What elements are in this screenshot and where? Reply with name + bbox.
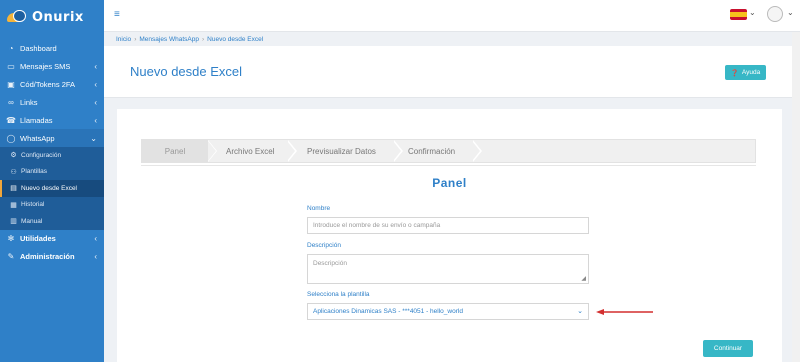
sidebar-item-2fa[interactable]: ▣ Cód/Tokens 2FA ‹ (0, 75, 104, 93)
template-icon: ⚇ (10, 168, 17, 176)
whatsapp-submenu: ⚙ Configuración ⚇ Plantillas ▤ Nuevo des… (0, 147, 104, 230)
description-textarea[interactable]: Descripción ◢ (307, 254, 589, 284)
message-icon: ▭ (7, 61, 15, 71)
wizard-step-previsualizar[interactable]: Previsualizar Datos (307, 140, 376, 162)
user-avatar-icon[interactable] (767, 6, 783, 22)
logo[interactable]: Onurix (0, 0, 104, 34)
sidebar-item-label: Links (20, 97, 38, 107)
chevron-left-icon: ‹ (94, 252, 97, 261)
book-icon: ▥ (10, 218, 17, 226)
template-select[interactable]: Aplicaciones Dinamicas SAS - ***4051 - h… (307, 303, 589, 320)
sidebar-item-utilidades[interactable]: ✻ Utilidades ‹ (0, 230, 104, 248)
sidebar-item-label: Llamadas (20, 115, 53, 125)
sidebar-item-links[interactable]: ∞ Links ‹ (0, 93, 104, 111)
sidebar-item-label: Mensajes SMS (20, 61, 71, 71)
red-arrow-annotation (596, 309, 653, 315)
brand-name: Onurix (32, 9, 84, 25)
sidebar-subitem-historial[interactable]: ▦ Historial (0, 197, 104, 214)
spain-flag-icon[interactable] (730, 9, 747, 20)
tools-icon: ✻ (7, 234, 15, 243)
excel-icon: ▤ (10, 185, 17, 193)
title-row: Nuevo desde Excel ❓ Ayuda (104, 46, 800, 98)
sidebar-subitem-label: Historial (21, 201, 45, 209)
link-icon: ∞ (8, 97, 14, 107)
wizard-step-panel[interactable]: Panel (142, 140, 208, 162)
divider (141, 165, 756, 166)
breadcrumb: Inicio › Mensajes WhatsApp › Nuevo desde… (116, 36, 263, 43)
wizard-arrow (472, 141, 480, 161)
sidebar-item-label: WhatsApp (20, 133, 55, 143)
wizard-step-label: Archivo Excel (226, 146, 275, 156)
name-label: Nombre (307, 205, 331, 212)
wizard-steps: Panel Archivo Excel Previsualizar Datos … (141, 139, 756, 163)
template-label: Selecciona la plantilla (307, 291, 370, 298)
gear-icon: ⚙ (10, 152, 17, 160)
wizard-step-confirmacion[interactable]: Confirmación (408, 140, 455, 162)
sidebar-item-label: Administración (20, 252, 75, 261)
chevron-left-icon: ‹ (94, 79, 97, 89)
sidebar-subitem-label: Nuevo desde Excel (21, 184, 78, 192)
description-placeholder: Descripción (313, 260, 347, 267)
template-select-value: Aplicaciones Dinamicas SAS - ***4051 - h… (313, 308, 463, 315)
dashboard-icon: ◔ (8, 43, 14, 53)
chevron-left-icon: ‹ (94, 61, 97, 71)
sidebar-subitem-nuevo-excel[interactable]: ▤ Nuevo desde Excel (0, 180, 104, 197)
wizard-arrow (393, 141, 401, 161)
history-icon: ▦ (10, 201, 17, 209)
page-title: Nuevo desde Excel (130, 64, 243, 79)
breadcrumb-separator: › (201, 36, 205, 43)
description-label: Descripción (307, 242, 341, 249)
name-input[interactable]: Introduce el nombre de su envío o campañ… (307, 217, 589, 234)
sidebar-item-administracion[interactable]: ✎ Administración ‹ (0, 248, 104, 266)
continue-button[interactable]: Continuar (703, 340, 753, 357)
wizard-arrow (208, 141, 216, 161)
resize-handle-icon[interactable]: ◢ (581, 275, 586, 282)
hamburger-menu-icon[interactable]: ≡ (114, 9, 120, 20)
lock-icon: ▣ (7, 79, 15, 89)
topbar: ≡ ⌄ ⌄ (104, 0, 800, 32)
sidebar-subitem-plantillas[interactable]: ⚇ Plantillas (0, 164, 104, 181)
sidebar-item-label: Utilidades (20, 234, 56, 243)
help-button[interactable]: ❓ Ayuda (725, 65, 766, 80)
wizard-step-label: Panel (164, 146, 186, 156)
breadcrumb-mensajes[interactable]: Mensajes WhatsApp (139, 36, 199, 43)
chevron-left-icon: ‹ (94, 234, 97, 243)
chevron-left-icon: ‹ (94, 115, 97, 125)
sidebar: Onurix ◔ Dashboard ▭ Mensajes SMS ‹ ▣ Có… (0, 0, 104, 362)
sidebar-item-dashboard[interactable]: ◔ Dashboard (0, 39, 104, 57)
breadcrumb-inicio[interactable]: Inicio (116, 36, 131, 43)
sidebar-item-label: Dashboard (20, 43, 57, 53)
sidebar-item-whatsapp[interactable]: ◯ WhatsApp ⌄ (0, 129, 104, 147)
sidebar-item-sms[interactable]: ▭ Mensajes SMS ‹ (0, 57, 104, 75)
sidebar-subitem-manual[interactable]: ▥ Manual (0, 213, 104, 230)
sidebar-subitem-label: Configuración (21, 151, 62, 159)
sidebar-subitem-configuracion[interactable]: ⚙ Configuración (0, 147, 104, 164)
wizard-step-archivo[interactable]: Archivo Excel (226, 140, 274, 162)
sidebar-subitem-label: Manual (21, 217, 43, 225)
chevron-down-icon: ⌄ (90, 133, 97, 143)
chevron-down-icon[interactable]: ⌄ (787, 8, 794, 17)
whatsapp-icon: ◯ (6, 133, 16, 143)
panel-title: Panel (432, 176, 467, 190)
chevron-down-icon[interactable]: ⌄ (749, 8, 756, 17)
main-card: Panel Archivo Excel Previsualizar Datos … (117, 109, 782, 362)
wizard-arrow (287, 141, 295, 161)
sidebar-item-llamadas[interactable]: ☎ Llamadas ‹ (0, 111, 104, 129)
help-button-label: Ayuda (741, 69, 761, 76)
onurix-logo-icon (7, 10, 27, 24)
breadcrumb-current: Nuevo desde Excel (207, 36, 264, 43)
wrench-icon: ✎ (7, 252, 15, 261)
question-icon: ❓ (730, 69, 739, 77)
breadcrumb-separator: › (134, 36, 137, 43)
chevron-down-icon: ⌄ (577, 308, 583, 315)
sidebar-subitem-label: Plantillas (21, 168, 48, 176)
wizard-step-label: Previsualizar Datos (307, 146, 376, 156)
scrollbar[interactable] (792, 32, 800, 362)
chevron-left-icon: ‹ (94, 97, 97, 107)
sidebar-item-label: Cód/Tokens 2FA (20, 79, 76, 89)
phone-icon: ☎ (6, 115, 16, 125)
name-input-placeholder: Introduce el nombre de su envío o campañ… (313, 222, 441, 229)
wizard-step-label: Confirmación (408, 146, 456, 156)
